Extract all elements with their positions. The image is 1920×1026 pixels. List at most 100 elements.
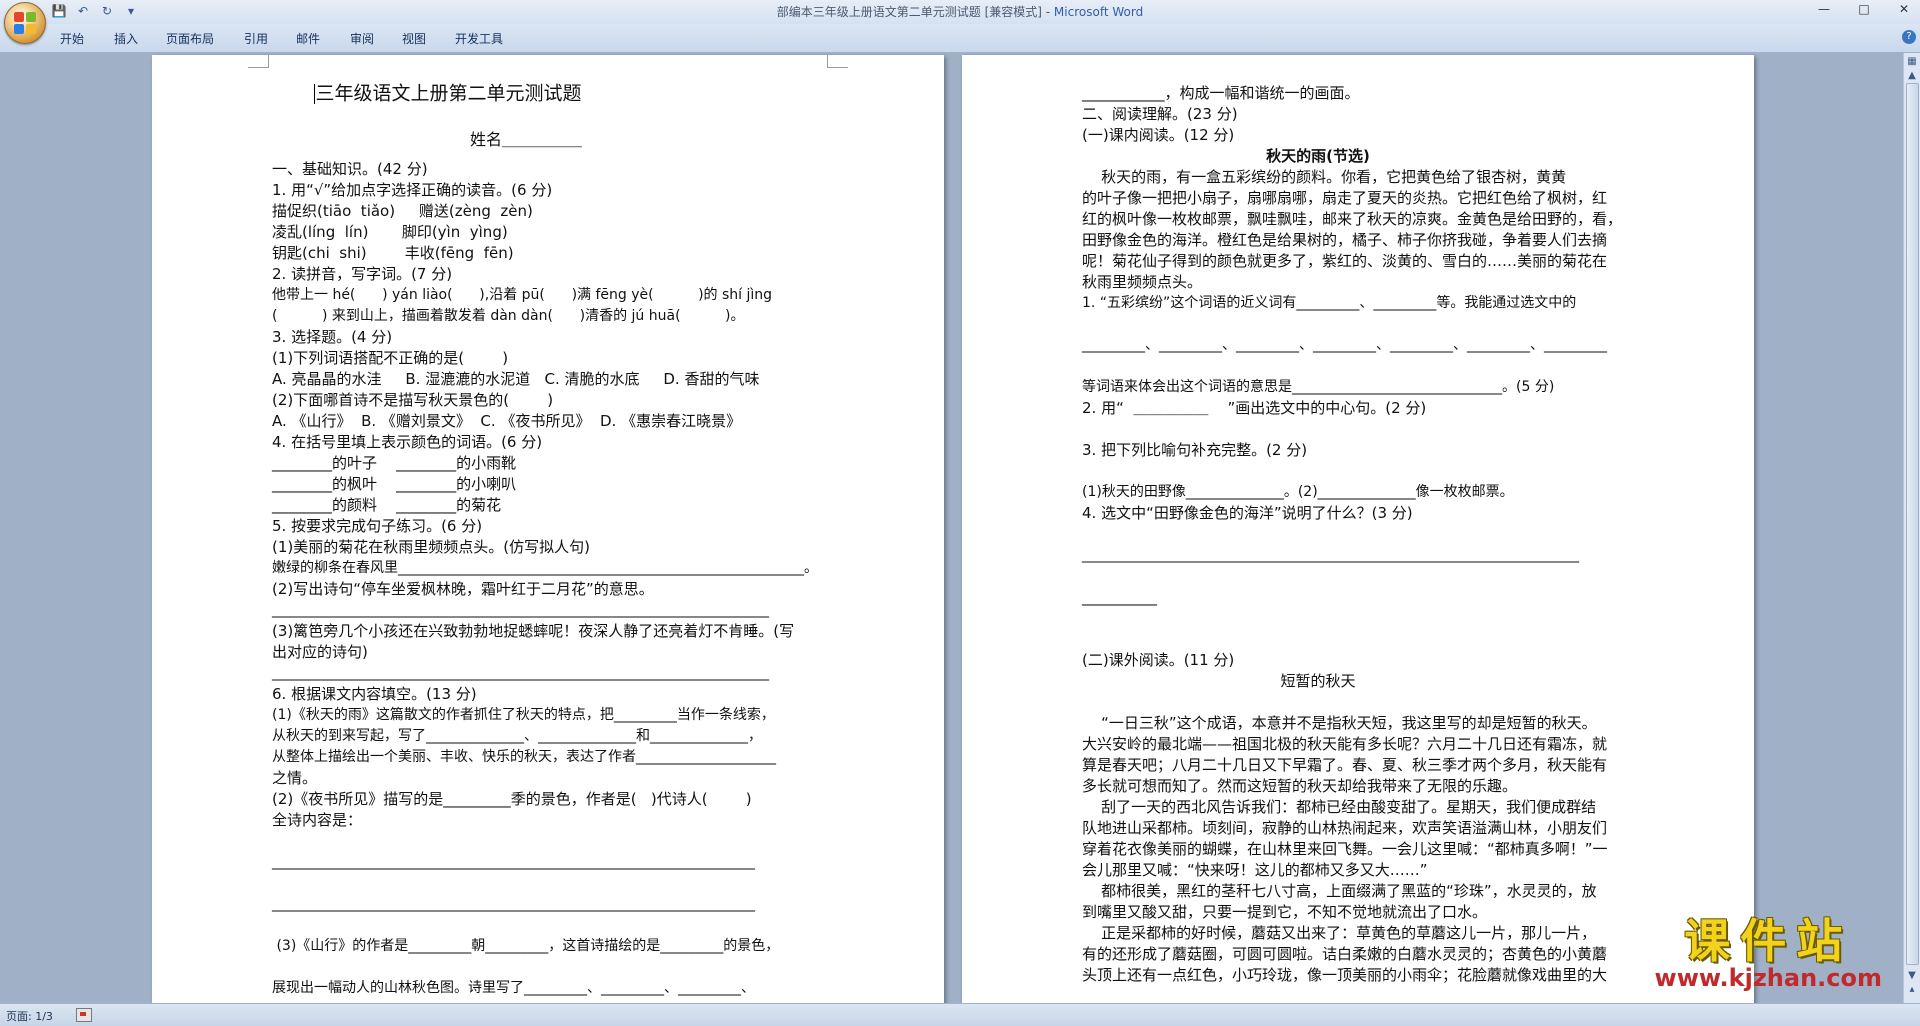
text-line[interactable]: (2)写出诗句“停车坐爱枫林晚，霜叶红于二月花”的意思。 bbox=[272, 580, 654, 599]
text-line[interactable]: 全诗内容是： bbox=[272, 811, 362, 830]
text-line[interactable]: (1)下列词语搭配不正确的是( ) bbox=[272, 349, 508, 368]
text-line[interactable]: 3. 选择题。(4 分) bbox=[272, 328, 392, 347]
text-line[interactable]: ________________________________________… bbox=[272, 601, 769, 620]
text-line[interactable]: 3. 把下列比喻句补充完整。(2 分) bbox=[1082, 441, 1307, 460]
text-line[interactable]: 会儿那里又喊：“快来呀！这儿的都柿又多又大……” bbox=[1082, 861, 1428, 880]
text-line[interactable]: 凌乱(líng lín) 脚印(yìn yìng) bbox=[272, 223, 508, 242]
text-line[interactable]: ________________________________________… bbox=[1082, 546, 1579, 565]
text-line[interactable]: ________________________________________… bbox=[272, 853, 755, 872]
text-line[interactable]: ________的枫叶 ________的小喇叭 bbox=[272, 475, 516, 494]
text-line[interactable]: ________的叶子 ________的小雨靴 bbox=[272, 454, 516, 473]
vertical-scrollbar[interactable]: ▦ ▲ ▼ ▴ bbox=[1903, 53, 1920, 1003]
ruler-toggle-icon[interactable]: ▦ bbox=[1905, 55, 1919, 69]
text-line[interactable]: 二、阅读理解。(23 分) bbox=[1082, 105, 1238, 124]
office-logo-icon bbox=[14, 12, 36, 34]
text-line[interactable]: (1)美丽的菊花在秋雨里频频点头。(仿写拟人句) bbox=[272, 538, 590, 557]
text-line[interactable]: 有的还形成了蘑菇圈，可圆可圆啦。诘白柔嫩的白蘑水灵灵的；杏黄色的小黄蘑 bbox=[1082, 945, 1607, 964]
text-line[interactable]: 出对应的诗句) bbox=[272, 643, 368, 662]
text-line[interactable]: (2)《夜书所见》描写的是_________季的景色，作者是( )代诗人( ) bbox=[272, 790, 752, 809]
text-line[interactable]: 呢！菊花仙子得到的颜色就更多了，紫红的、淡黄的、雪白的……美丽的菊花在 bbox=[1082, 252, 1607, 271]
text-line[interactable]: 到嘴里又酸又甜，只要一提到它，不知不觉地就流出了口水。 bbox=[1082, 903, 1487, 922]
text-line[interactable]: 的叶子像一把把小扇子，扇哪扇哪，扇走了夏天的炎热。它把红色给了枫树，红 bbox=[1082, 189, 1607, 208]
text-line[interactable]: 2. 用“ ＿＿＿＿＿ ”画出选文中的中心句。(2 分) bbox=[1082, 399, 1426, 418]
text-line[interactable]: 一、基础知识。(42 分) bbox=[272, 160, 428, 179]
text-line[interactable]: _________、_________、_________、_________、… bbox=[1082, 336, 1607, 355]
text-line[interactable]: (3)篱笆旁几个小孩还在兴致勃勃地捉蟋蟀呢！夜深人静了还亮着灯不肯睡。(写 bbox=[272, 622, 794, 641]
scroll-up-icon[interactable]: ▲ bbox=[1905, 69, 1919, 83]
passage-title[interactable]: 秋天的雨(节选) bbox=[962, 147, 1674, 166]
office-button[interactable] bbox=[4, 2, 46, 44]
previous-page-icon[interactable]: ▴ bbox=[1905, 983, 1919, 997]
text-line[interactable]: 之情。 bbox=[272, 769, 317, 788]
tab-page-layout[interactable]: 页面布局 bbox=[166, 30, 214, 47]
text-line[interactable]: 展现出一幅动人的山林秋色图。诗里写了_________、_________、__… bbox=[272, 979, 755, 998]
doc-title[interactable]: 三年级语文上册第二单元测试题 bbox=[152, 84, 744, 104]
text-line[interactable]: 从整体上描绘出一个美丽、丰收、快乐的秋天，表达了作者______________… bbox=[272, 748, 776, 767]
text-line[interactable]: 4. 在括号里填上表示颜色的词语。(6 分) bbox=[272, 433, 542, 452]
customize-toolbar-icon[interactable]: ▾ bbox=[122, 3, 140, 19]
text-line[interactable]: (一)课内阅读。(12 分) bbox=[1082, 126, 1234, 145]
text-line[interactable]: 钥匙(chi shi) 丰收(fēng fēn) bbox=[272, 244, 514, 263]
tab-home[interactable]: 开始 bbox=[60, 30, 84, 47]
text-line[interactable]: 1. 用“√”给加点字选择正确的读音。(6 分) bbox=[272, 181, 552, 200]
redo-icon[interactable]: ↻ bbox=[98, 3, 116, 19]
text-line[interactable]: 2. 读拼音，写字词。(7 分) bbox=[272, 265, 452, 284]
text-line[interactable]: ________的颜料 ________的菊花 bbox=[272, 496, 501, 515]
page-count[interactable]: 页面: 1/3 bbox=[6, 1008, 53, 1024]
text-line[interactable]: (2)下面哪首诗不是描写秋天景色的( ) bbox=[272, 391, 553, 410]
name-line[interactable]: 姓名＿＿＿＿＿ bbox=[152, 130, 900, 149]
text-line[interactable]: 队地进山采都柿。顷刻间，寂静的山林热闹起来，欢声笑语溢满山林，小朋友们 bbox=[1082, 819, 1607, 838]
tab-insert[interactable]: 插入 bbox=[114, 30, 138, 47]
text-line[interactable]: 从秋天的到来写起，写了______________、______________… bbox=[272, 727, 762, 746]
macro-record-icon[interactable] bbox=[76, 1008, 92, 1022]
text-line[interactable]: 秋天的雨，有一盒五彩缤纷的颜料。你看，它把黄色给了银杏树，黄黄 bbox=[1082, 168, 1566, 187]
tab-review[interactable]: 审阅 bbox=[350, 30, 374, 47]
text-line[interactable]: 头顶上还有一点红色，小巧玲珑，像一顶美丽的小雨伞；花脸蘑就像戏曲里的大 bbox=[1082, 966, 1607, 985]
tab-mailings[interactable]: 邮件 bbox=[296, 30, 320, 47]
tab-view[interactable]: 视图 bbox=[402, 30, 426, 47]
text-line[interactable]: ___________，构成一幅和谐统一的画面。 bbox=[1082, 84, 1360, 103]
text-line[interactable]: 秋雨里频频点头。 bbox=[1082, 273, 1202, 292]
text-line[interactable]: 刮了一天的西北风告诉我们：都柿已经由酸变甜了。星期天，我们便成群结 bbox=[1082, 798, 1596, 817]
text-line[interactable]: ________________________________________… bbox=[272, 895, 755, 914]
text-line[interactable]: ( ) 来到山上，描画着散发着 dàn dàn( )清香的 jú huā( )。 bbox=[272, 307, 745, 326]
save-icon[interactable]: 💾 bbox=[50, 3, 68, 19]
undo-icon[interactable]: ↶ bbox=[74, 3, 92, 19]
site-watermark: 课件站 www.kjzhan.com bbox=[1655, 918, 1882, 990]
text-line[interactable]: __________ bbox=[1082, 588, 1157, 607]
text-line[interactable]: (3)《山行》的作者是_________朝_________，这首诗描绘的是__… bbox=[272, 937, 779, 956]
text-line[interactable]: 等词语来体会出这个词语的意思是_________________________… bbox=[1082, 378, 1554, 397]
status-bar: 页面: 1/3 bbox=[0, 1003, 1920, 1026]
text-line[interactable]: (二)课外阅读。(11 分) bbox=[1082, 651, 1234, 670]
text-line[interactable]: 田野像金色的海洋。橙红色是给果树的，橘子、柿子你挤我碰，争着要人们去摘 bbox=[1082, 231, 1607, 250]
text-line[interactable]: 他带上一 hé( ) yán liào( ),沿着 pū( )满 fēng yè… bbox=[272, 286, 772, 305]
text-line[interactable]: 描促织(tiāo tiǎo) 赠送(zèng zèn) bbox=[272, 202, 533, 221]
scrollbar-thumb[interactable] bbox=[1906, 83, 1919, 965]
text-line[interactable]: 正是采都柿的好时候，蘑菇又出来了：草黄色的草蘑这儿一片，那儿一片， bbox=[1082, 924, 1596, 943]
text-line[interactable]: 红的枫叶像一枚枚邮票，飘哇飘哇，邮来了秋天的凉爽。金黄色是给田野的，看， bbox=[1082, 210, 1622, 229]
text-line[interactable]: A. 亮晶晶的水洼 B. 湿漉漉的水泥道 C. 清脆的水底 D. 香甜的气味 bbox=[272, 370, 759, 389]
text-line[interactable]: 算是春天吧；八月二十几日又下早霜了。春、夏、秋三季才两个多月，秋天能有 bbox=[1082, 756, 1607, 775]
scroll-down-icon[interactable]: ▼ bbox=[1905, 969, 1919, 983]
tab-references[interactable]: 引用 bbox=[244, 30, 268, 47]
text-line[interactable]: “一日三秋”这个成语，本意并不是指秋天短，我这里写的却是短暂的秋天。 bbox=[1082, 714, 1597, 733]
text-line[interactable]: 穿着花衣像美丽的蝴蝶，在山林里来回飞舞。一会儿这里喊：“都柿真多啊！”一 bbox=[1082, 840, 1608, 859]
text-line[interactable]: 5. 按要求完成句子练习。(6 分) bbox=[272, 517, 482, 536]
tab-developer[interactable]: 开发工具 bbox=[455, 30, 503, 47]
text-line[interactable]: 6. 根据课文内容填空。(13 分) bbox=[272, 685, 477, 704]
passage-title[interactable]: 短暂的秋天 bbox=[962, 672, 1674, 691]
minimize-button[interactable]: — bbox=[1814, 2, 1834, 16]
text-line[interactable]: 1. “五彩缤纷”这个词语的近义词有_________、_________等。我… bbox=[1082, 294, 1576, 313]
text-line[interactable]: (1)《秋天的雨》这篇散文的作者抓住了秋天的特点，把_________当作一条线… bbox=[272, 706, 775, 725]
help-icon[interactable]: ? bbox=[1902, 30, 1916, 44]
text-line[interactable]: 都柿很美，黑红的茎秆七八寸高，上面缀满了黑蓝的“珍珠”，水灵灵的，放 bbox=[1082, 882, 1597, 901]
close-button[interactable]: ✕ bbox=[1894, 2, 1914, 16]
text-line[interactable]: A. 《山行》 B. 《赠刘景文》 C. 《夜书所见》 D. 《惠崇春江晓景》 bbox=[272, 412, 741, 431]
text-line[interactable]: (1)秋天的田野像______________。(2)_____________… bbox=[1082, 483, 1514, 502]
text-line[interactable]: ________________________________________… bbox=[272, 664, 769, 683]
text-line[interactable]: 嫩绿的柳条在春风里_______________________________… bbox=[272, 559, 818, 578]
maximize-button[interactable]: □ bbox=[1854, 2, 1874, 16]
text-line[interactable]: 大兴安岭的最北端——祖国北极的秋天能有多长呢？六月二十几日还有霜冻，就 bbox=[1082, 735, 1607, 754]
text-line[interactable]: 多长就可想而知了。然而这短暂的秋天却给我带来了无限的乐趣。 bbox=[1082, 777, 1517, 796]
text-line[interactable]: 4. 选文中“田野像金色的海洋”说明了什么？(3 分) bbox=[1082, 504, 1413, 523]
